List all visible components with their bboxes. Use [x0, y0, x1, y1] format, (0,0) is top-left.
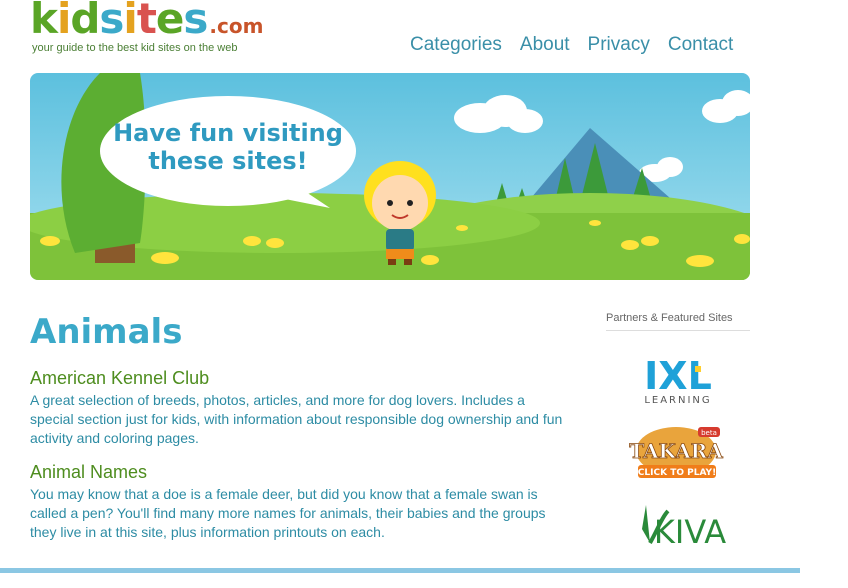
nav-about[interactable]: About	[520, 34, 570, 56]
main-content: Animals American Kennel Club A great sel…	[30, 312, 570, 556]
nav-categories[interactable]: Categories	[410, 34, 502, 56]
nav-privacy[interactable]: Privacy	[588, 34, 650, 56]
partner-takara-logo[interactable]: beta TAKARA CLICK TO PLAY!	[606, 425, 750, 483]
bottom-border-bar	[0, 568, 800, 573]
site-title-link[interactable]: American Kennel Club	[30, 368, 570, 389]
speech-line-1: Have fun visiting	[113, 119, 343, 147]
logo-letter: d	[70, 0, 100, 43]
top-nav: Categories About Privacy Contact	[410, 34, 751, 56]
site-description: You may know that a doe is a female deer…	[30, 486, 546, 540]
logo-letter: s	[99, 0, 124, 43]
logo-dotcom: .com	[209, 14, 264, 38]
site-description: A great selection of breeds, photos, art…	[30, 392, 563, 446]
partner-ixl-logo[interactable]: IXL LEARNING	[606, 355, 750, 407]
svg-text:beta: beta	[701, 429, 717, 437]
hero-banner: Have fun visiting these sites!	[30, 73, 750, 280]
logo-letter: k	[30, 0, 58, 43]
site-entry: American Kennel Club A great selection o…	[30, 368, 570, 448]
logo-letter: t	[136, 0, 157, 43]
svg-text:IXL: IXL	[644, 355, 712, 398]
logo-wordmark: kidsites .com	[30, 0, 263, 43]
nav-contact[interactable]: Contact	[668, 34, 733, 56]
ixl-logo-icon: IXL LEARNING	[644, 355, 712, 406]
svg-text:TAKARA: TAKARA	[629, 439, 723, 463]
takara-logo-icon: beta TAKARA CLICK TO PLAY!	[629, 427, 724, 478]
partners-heading: Partners & Featured Sites	[606, 312, 750, 331]
logo-letter: i	[56, 0, 71, 43]
speech-line-2: these sites!	[148, 147, 307, 175]
logo-tagline: your guide to the best kid sites on the …	[32, 42, 238, 54]
partner-kiva-logo[interactable]: KIVA	[606, 499, 750, 551]
site-logo[interactable]: kidsites .com your guide to the best kid …	[30, 0, 280, 60]
logo-letter: i	[123, 0, 137, 43]
svg-text:CLICK TO PLAY!: CLICK TO PLAY!	[638, 468, 716, 478]
kiva-logo-icon: KIVA	[642, 505, 726, 551]
svg-text:KIVA: KIVA	[654, 513, 726, 551]
logo-letter: s	[183, 0, 208, 43]
site-title-link[interactable]: Animal Names	[30, 462, 570, 483]
partners-sidebar: Partners & Featured Sites IXL LEARNING b…	[606, 312, 750, 551]
svg-text:LEARNING: LEARNING	[644, 395, 711, 406]
site-entry: Animal Names You may know that a doe is …	[30, 462, 570, 542]
logo-letter: e	[155, 0, 184, 43]
banner-illustration: Have fun visiting these sites!	[30, 73, 750, 280]
page-title: Animals	[30, 312, 183, 352]
